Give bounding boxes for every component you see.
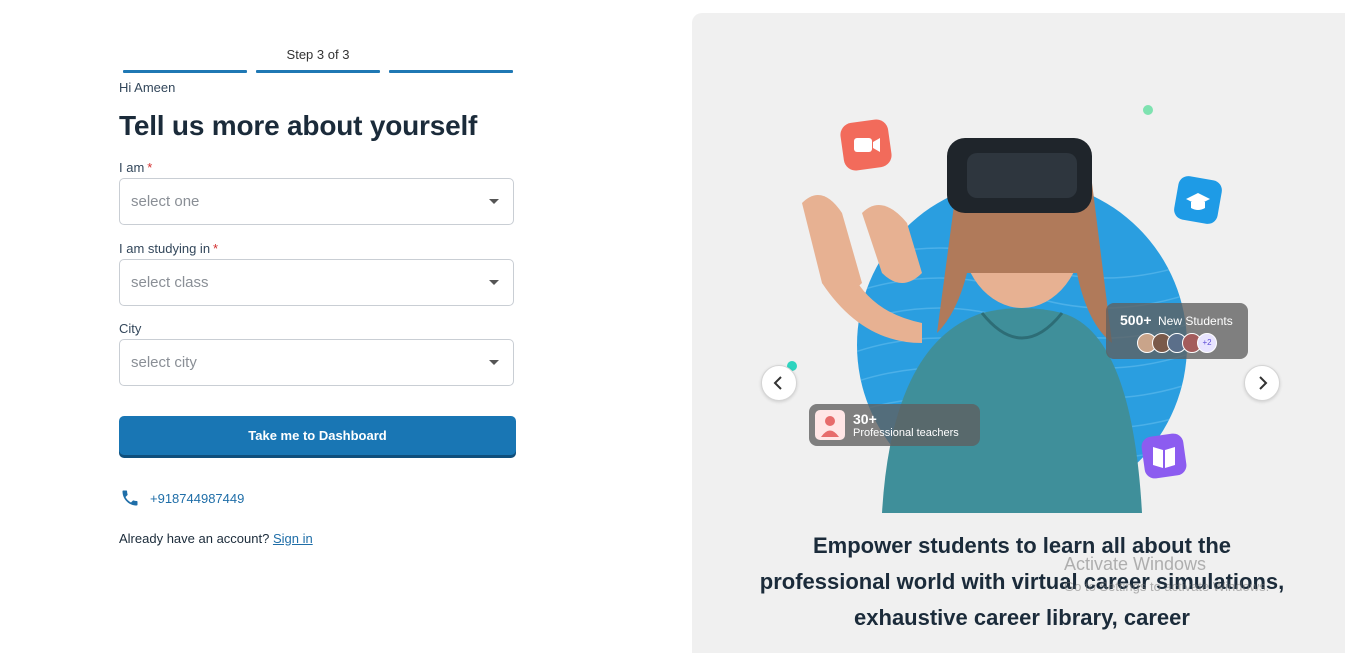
new-students-badge: 500+ New Students +2 — [1106, 303, 1248, 359]
step-indicator: Step 3 of 3 — [286, 47, 350, 62]
class-select[interactable]: select class — [119, 259, 514, 306]
progress-step-3 — [389, 70, 513, 73]
required-marker: * — [213, 241, 219, 256]
chevron-down-icon — [489, 280, 499, 285]
contact-phone[interactable]: +918744987449 — [120, 488, 244, 508]
activate-windows-hint: Go to Settings to activate Windows. — [1064, 579, 1270, 594]
activate-windows-watermark: Activate Windows — [1064, 554, 1207, 574]
carousel-next-button[interactable] — [1244, 365, 1280, 401]
teachers-count: 30+ — [853, 411, 877, 427]
signup-form: Step 3 of 3 Hi Ameen Tell us more about … — [0, 0, 690, 625]
dashboard-button[interactable]: Take me to Dashboard — [119, 416, 516, 455]
progress-step-1 — [123, 70, 247, 73]
student-avatars: +2 — [1137, 333, 1217, 353]
greeting: Hi Ameen — [119, 80, 176, 95]
city-select-placeholder: select city — [131, 354, 197, 371]
role-label: I am * — [119, 160, 153, 175]
city-label: City — [119, 321, 142, 336]
hero-panel: 500+ New Students +2 30+ Professional te… — [692, 13, 1345, 653]
city-select[interactable]: select city — [119, 339, 514, 386]
carousel-prev-button[interactable] — [761, 365, 797, 401]
chevron-left-icon — [773, 376, 782, 390]
hero-illustration — [787, 105, 1222, 513]
account-prompt-text: Already have an account? — [119, 531, 270, 546]
book-icon — [1141, 433, 1187, 479]
students-count: 500+ — [1120, 312, 1152, 328]
graduation-cap-icon — [1174, 176, 1222, 224]
progress-step-2 — [256, 70, 380, 73]
teachers-label: Professional teachers — [853, 427, 959, 439]
chevron-right-icon — [1259, 376, 1268, 390]
progress-bar — [123, 70, 513, 73]
teachers-badge: 30+ Professional teachers — [809, 404, 980, 446]
class-label: I am studying in * — [119, 241, 219, 256]
students-label: New Students — [1158, 314, 1233, 328]
phone-icon — [122, 490, 138, 506]
decor-dot — [1143, 105, 1153, 115]
role-select-placeholder: select one — [131, 193, 200, 210]
sign-in-link[interactable]: Sign in — [273, 531, 313, 546]
class-select-placeholder: select class — [131, 274, 209, 291]
required-marker: * — [147, 160, 153, 175]
chevron-down-icon — [489, 199, 499, 204]
account-prompt: Already have an account? Sign in — [119, 531, 313, 546]
page-title: Tell us more about yourself — [119, 110, 478, 141]
avatar-more: +2 — [1197, 333, 1217, 353]
phone-number: +918744987449 — [150, 490, 245, 506]
teacher-icon — [815, 410, 845, 440]
video-icon — [840, 119, 892, 171]
role-select[interactable]: select one — [119, 178, 514, 225]
chevron-down-icon — [489, 360, 499, 365]
